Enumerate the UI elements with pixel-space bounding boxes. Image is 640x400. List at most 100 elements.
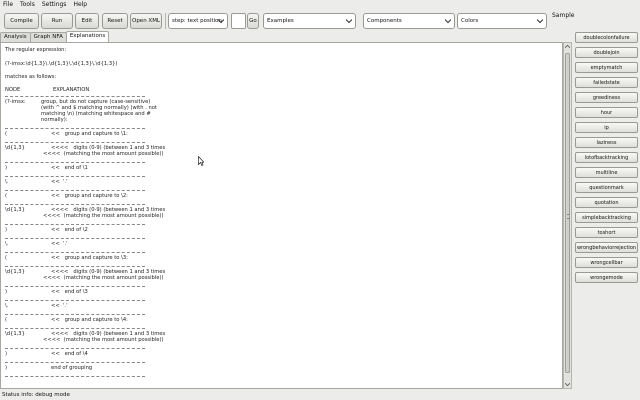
separator-line <box>5 190 145 191</box>
node-text: \. <box>5 241 9 247</box>
menu-tools[interactable]: Tools <box>20 0 35 10</box>
vertical-scrollbar[interactable] <box>563 42 572 389</box>
scroll-up-icon[interactable] <box>565 44 570 50</box>
explanation-text: << group and capture to \2: <box>51 193 128 199</box>
edit-button[interactable]: Edit <box>75 13 99 29</box>
separator-line <box>5 238 145 239</box>
explanation-text: <<<< (matching the most amount possible)… <box>43 275 164 281</box>
separator-line <box>5 300 145 301</box>
node-text: ) <box>5 351 8 357</box>
intro-text: The regular expression: <box>5 47 67 53</box>
menu-help[interactable]: Help <box>73 0 87 10</box>
matches-text: matches as follows: <box>5 74 57 80</box>
separator-line <box>5 362 145 363</box>
explanation-panel[interactable]: The regular expression: (?-imsx: \d{1,3} \… <box>0 42 563 389</box>
mouse-cursor-icon <box>198 156 204 166</box>
sample-button-doublecolonfailure[interactable]: doublecolonfailure <box>575 32 638 43</box>
sample-button-doublejoin[interactable]: doublejoin <box>575 47 638 58</box>
separator-line <box>5 96 145 97</box>
node-text: \d{1,3} <box>5 207 25 213</box>
explanation-text: << '.' <box>51 303 68 309</box>
colors-combo[interactable]: Colors <box>457 13 547 29</box>
sample-button-wrongbehaviorrejection[interactable]: wrongbehaviorrejection <box>575 242 638 253</box>
sample-button-failedstate[interactable]: failedstate <box>575 77 638 88</box>
menu-file[interactable]: File <box>3 0 13 10</box>
explanation-text: << end of \4 <box>51 351 88 357</box>
compile-button[interactable]: Compile <box>4 13 39 29</box>
explanation-text: <<<< (matching the most amount possible)… <box>43 151 164 157</box>
separator-line <box>5 348 145 349</box>
go-button[interactable]: Go <box>247 13 259 29</box>
sample-button-questionmark[interactable]: questionmark <box>575 182 638 193</box>
run-button[interactable]: Run <box>41 13 73 29</box>
header-explanation: EXPLANATION <box>53 87 90 93</box>
open-xml-button[interactable]: Open XML <box>130 13 162 29</box>
node-text: \. <box>5 179 9 185</box>
explanation-text: << '.' <box>51 241 68 247</box>
components-combo[interactable]: Components <box>363 13 455 29</box>
sample-button-lotofbacktracking[interactable]: lotofbacktracking <box>575 152 638 163</box>
node-text: ( <box>5 317 8 323</box>
separator-line <box>5 162 145 163</box>
explanation-text: normally): <box>41 117 68 123</box>
chevron-down-icon <box>346 19 352 24</box>
step-input[interactable] <box>231 13 246 29</box>
grip-icon <box>567 214 570 219</box>
components-value: Components <box>367 18 402 24</box>
examples-value: Examples <box>267 18 294 24</box>
tab-analysis[interactable]: Analysis <box>0 32 31 42</box>
separator-line <box>5 142 145 143</box>
node-text: ) <box>5 227 8 233</box>
separator-line <box>5 204 145 205</box>
tab-explanations[interactable]: Explanations <box>65 31 110 42</box>
node-text: ( <box>5 193 8 199</box>
toolbar: Compile Run Edit Reset Open XML step: te… <box>0 11 640 31</box>
sample-button-wrongemode[interactable]: wrongemode <box>575 272 638 283</box>
scroll-down-icon[interactable] <box>565 381 570 387</box>
menu-settings[interactable]: Settings <box>42 0 67 10</box>
colors-value: Colors <box>461 18 479 24</box>
sample-label: Sample <box>552 12 575 19</box>
explanation-text: <<<< (matching the most amount possible)… <box>43 213 164 219</box>
separator-line <box>5 376 145 377</box>
sample-button-emptymatch[interactable]: emptymatch <box>575 62 638 73</box>
sample-button-greediness[interactable]: greediness <box>575 92 638 103</box>
chevron-down-icon <box>537 19 543 24</box>
sample-button-toshort[interactable]: toshort <box>575 227 638 238</box>
sample-button-quotation[interactable]: quotation <box>575 197 638 208</box>
node-text: ) <box>5 289 8 295</box>
reset-button[interactable]: Reset <box>102 13 128 29</box>
explanation-text: << '.' <box>51 179 68 185</box>
separator-line <box>5 224 145 225</box>
sample-button-wrongcellbar[interactable]: wrongcellbar <box>575 257 638 268</box>
step-mode-combo[interactable]: step: text position <box>168 13 228 29</box>
separator-line <box>5 314 145 315</box>
chevron-down-icon <box>445 19 451 24</box>
tab-graph-nfa[interactable]: Graph NFA <box>29 32 67 42</box>
sample-button-hour[interactable]: hour <box>575 107 638 118</box>
separator-line <box>5 176 145 177</box>
scrollbar-thumb[interactable] <box>565 53 570 373</box>
explanation-text: <<<< (matching the most amount possible)… <box>43 337 164 343</box>
status-bar: Status info: debug mode <box>0 391 640 400</box>
chevron-down-icon <box>218 19 224 24</box>
tab-bar: Analysis Graph NFA Explanations <box>0 31 110 42</box>
sample-button-laziness[interactable]: laziness <box>575 137 638 148</box>
explanation-text: << end of \3 <box>51 289 88 295</box>
separator-line <box>5 328 145 329</box>
node-text: ( <box>5 131 8 137</box>
node-text: ) <box>5 365 8 371</box>
separator-line <box>5 252 145 253</box>
header-node: NODE <box>5 87 21 93</box>
node-text: (?-imsx: <box>5 99 26 105</box>
explanation-text: << group and capture to \1: <box>51 131 128 137</box>
sample-button-ip[interactable]: ip <box>575 122 638 133</box>
explanation-text: << group and capture to \4: <box>51 317 128 323</box>
menu-bar: File Tools Settings Help <box>0 0 640 10</box>
examples-combo[interactable]: Examples <box>263 13 356 29</box>
sample-button-multiline[interactable]: multiline <box>575 167 638 178</box>
node-text: \d{1,3} <box>5 145 25 151</box>
sample-button-simplebacktracking[interactable]: simplebacktracking <box>575 212 638 223</box>
explanation-text: << end of \1 <box>51 165 88 171</box>
separator-line <box>5 266 145 267</box>
